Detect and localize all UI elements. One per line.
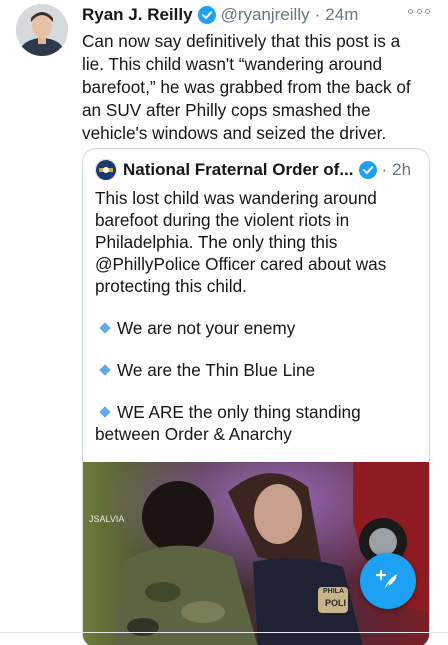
photo-text: PHILA (323, 588, 344, 595)
quoted-tweet-text: This lost child was wandering around bar… (95, 187, 415, 445)
bullet-item: WE ARE the only thing standing between O… (95, 402, 361, 444)
avatar[interactable] (16, 4, 68, 56)
quoted-author-name[interactable]: National Fraternal Order of... (123, 160, 354, 180)
divider (0, 632, 448, 633)
photo-text: JSALVIA (89, 514, 125, 524)
author-handle[interactable]: @ryanjreilly (221, 5, 310, 25)
verified-badge-icon (197, 6, 216, 24)
separator: · (381, 160, 388, 179)
quoted-tweet-header: National Fraternal Order of... · 2h (95, 159, 419, 181)
verified-badge-icon (358, 161, 377, 179)
author-name[interactable]: Ryan J. Reilly (82, 5, 193, 25)
bullet-item: We are not your enemy (95, 317, 415, 339)
separator: · (314, 5, 321, 24)
quoted-timestamp: 2h (392, 160, 412, 179)
more-options-icon[interactable] (408, 6, 430, 16)
tweet-header: Ryan J. Reilly @ryanjreilly · 24m (82, 2, 432, 28)
blue-diamond-icon (99, 322, 111, 334)
quoted-author-avatar[interactable] (95, 159, 117, 181)
quoted-paragraph: This lost child was wandering around bar… (95, 188, 387, 296)
blue-diamond-icon (99, 364, 111, 376)
bullet-item: We are the Thin Blue Line (95, 359, 415, 381)
tweet-text: Can now say definitively that this post … (82, 31, 411, 143)
blue-diamond-icon (99, 406, 111, 418)
quoted-tweet-photo[interactable]: JSALVIA PHILA POLI (83, 462, 429, 645)
tweet[interactable]: Ryan J. Reilly @ryanjreilly · 24m Can no… (0, 0, 448, 645)
compose-tweet-icon[interactable] (360, 553, 416, 609)
photo-text: POLI (325, 598, 347, 608)
timestamp[interactable]: 24m (325, 5, 358, 25)
